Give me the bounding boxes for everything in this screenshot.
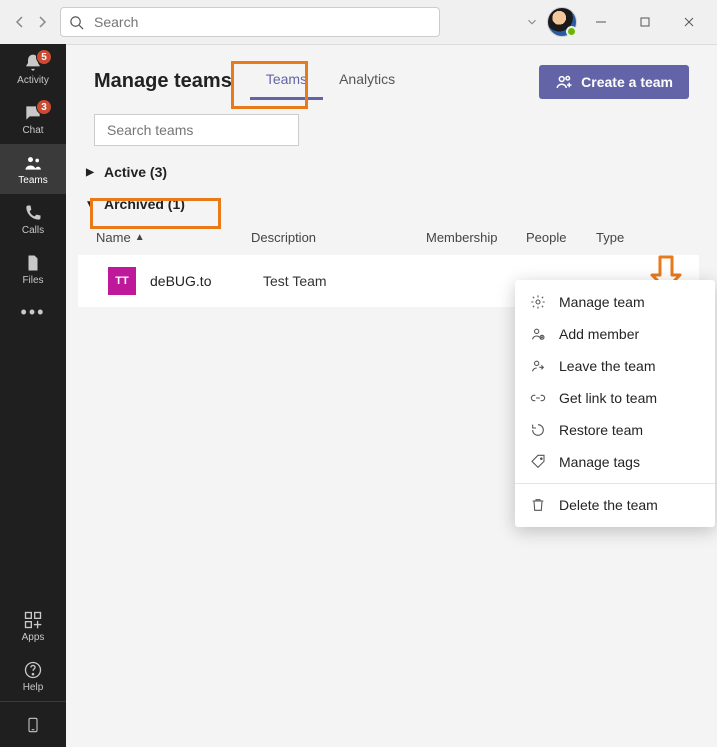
titlebar-right	[525, 7, 717, 37]
menu-delete-team[interactable]: Delete the team	[515, 489, 715, 521]
app-rail: Activity 5 Chat 3 Teams Calls Files ••• …	[0, 44, 66, 747]
global-search[interactable]	[60, 7, 440, 37]
rail-calls[interactable]: Calls	[0, 194, 66, 244]
rail-apps[interactable]: Apps	[0, 601, 66, 651]
link-icon	[529, 390, 547, 406]
rail-label: Files	[22, 275, 43, 286]
menu-add-member[interactable]: Add member	[515, 318, 715, 350]
col-membership[interactable]: Membership	[426, 230, 526, 245]
menu-label: Add member	[559, 326, 639, 342]
col-name[interactable]: Name	[96, 230, 131, 245]
sort-asc-icon: ▲	[135, 232, 145, 243]
rail-badge: 3	[36, 99, 52, 115]
caret-right-icon: ▶	[84, 167, 96, 178]
section-active[interactable]: ▶ Active (3)	[66, 156, 717, 188]
file-icon	[24, 253, 42, 273]
tabs: Teams Analytics	[250, 63, 411, 100]
search-teams[interactable]	[94, 114, 299, 146]
tab-analytics[interactable]: Analytics	[323, 63, 411, 100]
window-maximize-button[interactable]	[625, 7, 665, 37]
trash-icon	[529, 497, 547, 513]
restore-icon	[529, 422, 547, 438]
tab-teams[interactable]: Teams	[250, 63, 323, 100]
main-content: Manage teams Teams Analytics Create a te…	[66, 44, 717, 747]
rail-more[interactable]: •••	[0, 294, 66, 330]
teams-icon	[23, 153, 43, 173]
menu-label: Leave the team	[559, 358, 656, 374]
search-icon	[69, 15, 84, 30]
forward-icon[interactable]	[34, 14, 50, 30]
col-type[interactable]: Type	[596, 230, 666, 245]
back-icon[interactable]	[12, 14, 28, 30]
rail-help[interactable]: Help	[0, 651, 66, 701]
section-archived[interactable]: ▼ Archived (1)	[66, 188, 717, 220]
window-close-button[interactable]	[669, 7, 709, 37]
team-description: Test Team	[263, 273, 438, 289]
menu-leave-team[interactable]: Leave the team	[515, 350, 715, 382]
menu-label: Restore team	[559, 422, 643, 438]
phone-icon	[23, 203, 43, 223]
create-team-icon	[555, 73, 573, 91]
menu-label: Get link to team	[559, 390, 657, 406]
titlebar	[0, 0, 717, 44]
chevron-down-icon[interactable]	[525, 15, 539, 29]
team-avatar: TT	[108, 267, 136, 295]
col-people[interactable]: People	[526, 230, 596, 245]
gear-icon	[529, 294, 547, 310]
apps-icon	[23, 610, 43, 630]
col-description[interactable]: Description	[251, 230, 426, 245]
menu-manage-tags[interactable]: Manage tags	[515, 446, 715, 478]
rail-label: Chat	[22, 125, 43, 136]
caret-down-icon: ▼	[84, 199, 96, 210]
rail-label: Apps	[22, 632, 45, 643]
add-person-icon	[529, 326, 547, 342]
page-header: Manage teams Teams Analytics Create a te…	[66, 45, 717, 100]
leave-icon	[529, 358, 547, 374]
rail-label: Teams	[18, 175, 47, 186]
menu-restore-team[interactable]: Restore team	[515, 414, 715, 446]
section-active-label: Active (3)	[104, 164, 167, 180]
mobile-icon	[25, 714, 41, 736]
search-teams-input[interactable]	[105, 121, 290, 139]
menu-label: Manage team	[559, 294, 645, 310]
menu-separator	[515, 483, 715, 484]
user-avatar[interactable]	[547, 7, 577, 37]
rail-label: Activity	[17, 75, 49, 86]
menu-label: Delete the team	[559, 497, 658, 513]
tag-icon	[529, 454, 547, 470]
menu-get-link[interactable]: Get link to team	[515, 382, 715, 414]
rail-label: Help	[23, 682, 44, 693]
team-name: deBUG.to	[150, 273, 211, 289]
window-minimize-button[interactable]	[581, 7, 621, 37]
nav-arrows	[8, 14, 60, 30]
menu-manage-team[interactable]: Manage team	[515, 286, 715, 318]
global-search-input[interactable]	[92, 13, 431, 31]
more-icon: •••	[21, 303, 46, 321]
rail-teams[interactable]: Teams	[0, 144, 66, 194]
column-headers: Name ▲ Description Membership People Type	[66, 220, 717, 255]
create-team-label: Create a team	[581, 74, 673, 90]
rail-label: Calls	[22, 225, 44, 236]
create-team-button[interactable]: Create a team	[539, 65, 689, 99]
rail-mobile[interactable]	[0, 701, 66, 747]
rail-badge: 5	[36, 49, 52, 65]
help-icon	[23, 660, 43, 680]
rail-activity[interactable]: Activity 5	[0, 44, 66, 94]
section-archived-label: Archived (1)	[104, 196, 185, 212]
page-title: Manage teams	[94, 70, 232, 93]
rail-chat[interactable]: Chat 3	[0, 94, 66, 144]
presence-available-icon	[566, 26, 577, 37]
team-context-menu: Manage team Add member Leave the team Ge…	[515, 280, 715, 527]
menu-label: Manage tags	[559, 454, 640, 470]
rail-files[interactable]: Files	[0, 244, 66, 294]
